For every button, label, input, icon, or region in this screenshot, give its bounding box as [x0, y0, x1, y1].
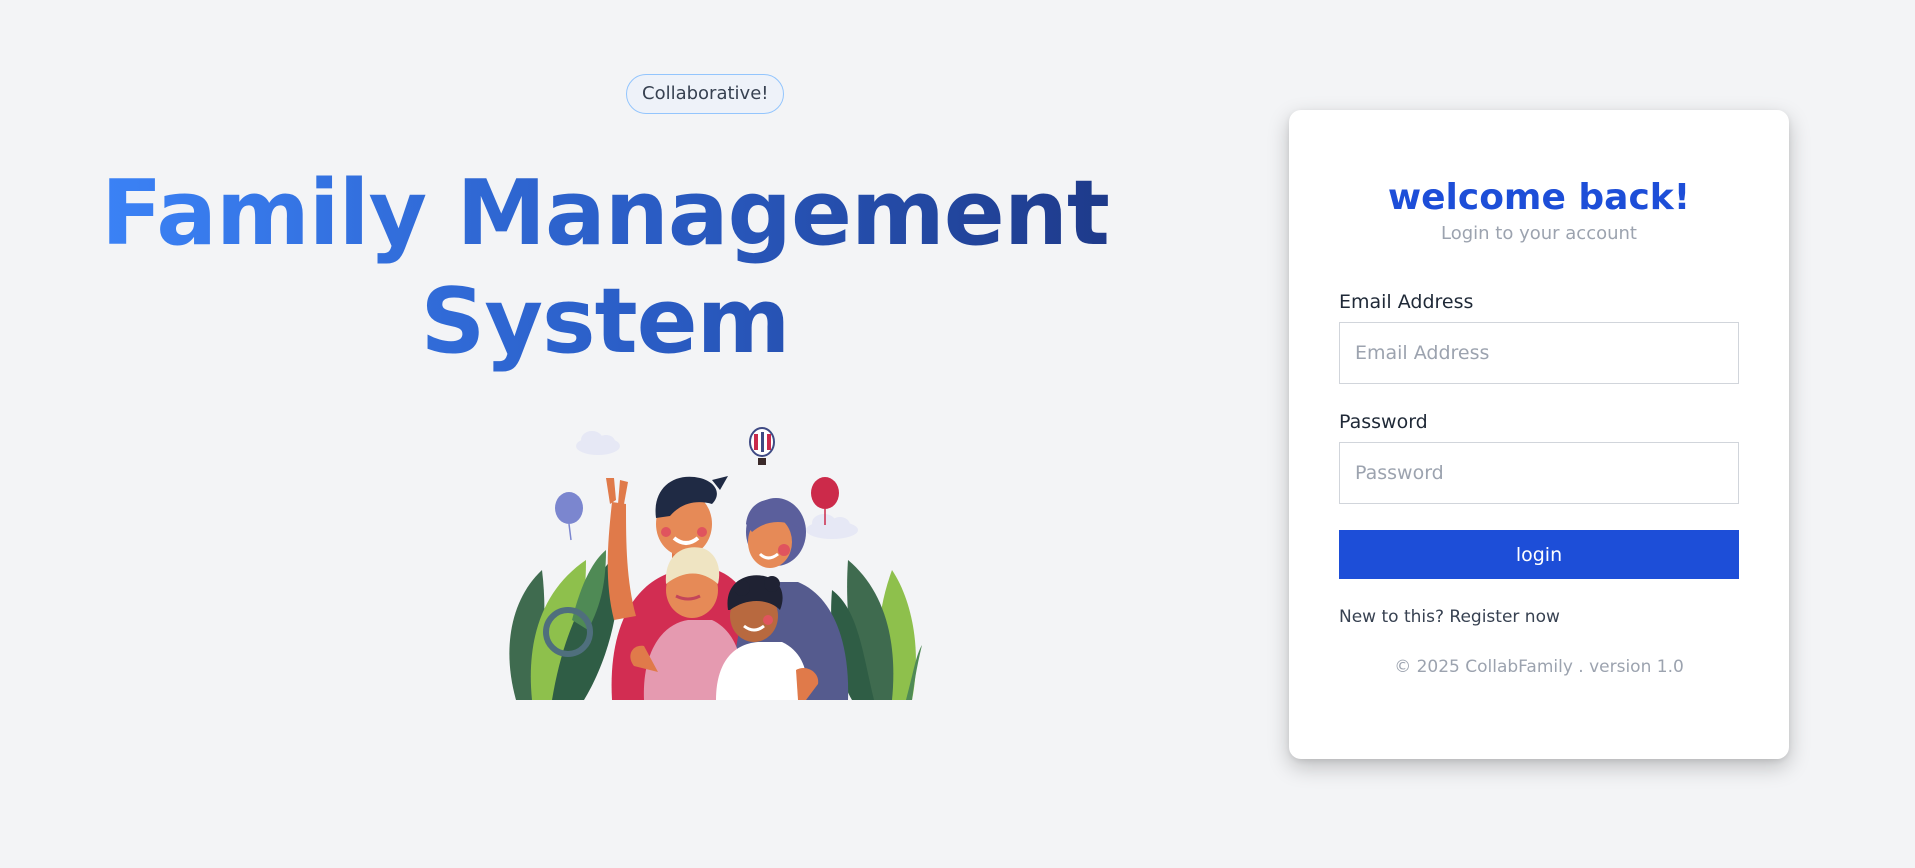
hero-section: Collaborative! Family Management System	[100, 0, 1110, 868]
email-label: Email Address	[1339, 291, 1474, 313]
page-title: Family Management System	[100, 160, 1110, 376]
cloud-icon	[576, 431, 620, 455]
balloon-icon	[555, 492, 583, 541]
email-input[interactable]	[1339, 322, 1739, 384]
title-line-2: System	[420, 269, 790, 374]
password-input[interactable]	[1339, 442, 1739, 504]
login-button[interactable]: login	[1339, 530, 1739, 579]
login-card: welcome back! Login to your account Emai…	[1289, 110, 1789, 759]
password-label: Password	[1339, 411, 1428, 433]
login-subheading: Login to your account	[1441, 223, 1637, 244]
cloud-icon	[806, 514, 858, 539]
plant-left-icon	[509, 550, 621, 700]
title-line-1: Family Management	[101, 161, 1109, 266]
family-illustration	[509, 427, 922, 700]
login-heading: welcome back!	[1387, 177, 1691, 218]
collaborative-badge: Collaborative!	[626, 74, 785, 114]
footer-copyright: © 2025 CollabFamily . version 1.0	[1394, 657, 1684, 677]
hot-air-balloon-icon	[749, 427, 775, 465]
register-link[interactable]: New to this? Register now	[1339, 606, 1739, 628]
